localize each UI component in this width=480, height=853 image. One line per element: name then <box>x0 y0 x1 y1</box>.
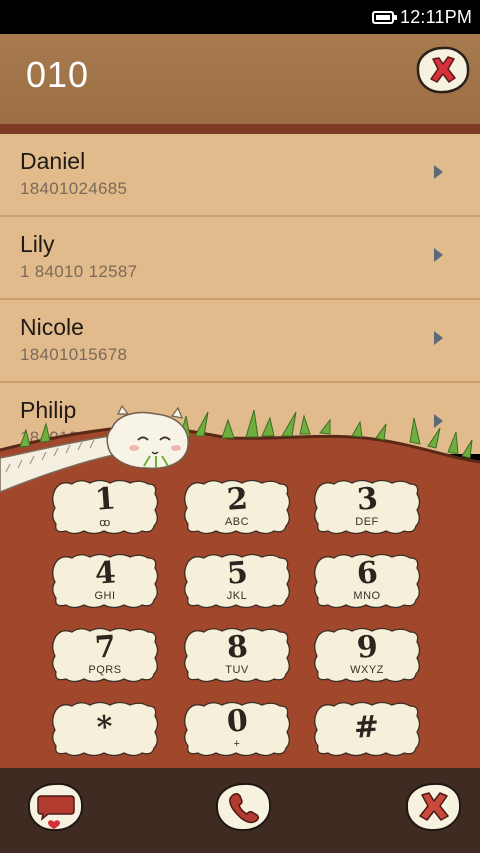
key-letters: GHI <box>94 590 116 602</box>
key-letters: TUV <box>225 664 249 676</box>
dialed-number[interactable]: 010 <box>26 54 89 96</box>
chevron-right-icon[interactable] <box>434 248 443 262</box>
contact-row[interactable]: Nicole 18401015678 <box>0 300 480 383</box>
key-digit: * <box>95 709 115 746</box>
key-5[interactable]: 5 JKL <box>182 552 292 610</box>
contact-name: Nicole <box>20 314 84 340</box>
key-digit: 8 <box>225 629 249 666</box>
close-button[interactable] <box>404 781 464 833</box>
key-1[interactable]: 1 ꝏ <box>50 478 160 536</box>
chevron-right-icon[interactable] <box>434 331 443 345</box>
key-letters: MNO <box>353 590 381 602</box>
contact-suggestion-list: Daniel 18401024685 Lily 1 84010 12587 Ni… <box>0 134 480 454</box>
key-3[interactable]: 3 DEF <box>312 478 422 536</box>
key-digit: 7 <box>93 629 117 666</box>
contact-row[interactable]: Daniel 18401024685 <box>0 134 480 217</box>
contact-phone: 1 84010 12587 <box>20 262 138 281</box>
status-time: 12:11PM <box>400 7 473 27</box>
key-letters: DEF <box>355 516 379 528</box>
contact-name: Lily <box>20 231 55 257</box>
message-button[interactable] <box>26 781 86 833</box>
phone-icon <box>215 782 272 832</box>
key-digit: 4 <box>93 555 117 592</box>
key-2[interactable]: 2 ABC <box>182 478 292 536</box>
chevron-right-icon[interactable] <box>434 165 443 179</box>
key-digit: 1 <box>93 480 117 518</box>
key-letters: ABC <box>224 516 250 528</box>
bottom-action-bar <box>0 768 480 853</box>
key-digit: # <box>353 709 381 746</box>
key-digit: 6 <box>355 555 379 592</box>
key-7[interactable]: 7 PQRS <box>50 626 160 684</box>
message-heart-icon <box>27 782 84 832</box>
close-x-icon <box>405 782 462 832</box>
dial-keypad: 1 ꝏ 2 ABC 3 DEF 4 GHI 5 JKL 6 MNO 7 PQRS… <box>0 440 480 768</box>
clear-button[interactable] <box>415 45 471 95</box>
voicemail-icon: ꝏ <box>99 516 111 529</box>
key-hash[interactable]: # <box>312 700 422 758</box>
key-digit: 0 <box>225 703 249 740</box>
key-digit: 5 <box>225 555 249 592</box>
key-6[interactable]: 6 MNO <box>312 552 422 610</box>
key-star[interactable]: * <box>50 700 160 758</box>
contact-name: Daniel <box>20 148 86 174</box>
contact-name: Philip <box>20 397 77 423</box>
battery-icon <box>372 11 397 24</box>
key-letters: PQRS <box>88 664 122 676</box>
chevron-right-icon[interactable] <box>434 414 443 428</box>
contact-phone: 18401015678 <box>20 345 128 364</box>
key-letters: WXYZ <box>350 664 384 676</box>
key-digit: 9 <box>355 629 379 666</box>
key-letters: + <box>233 738 241 750</box>
status-bar: 12:11PM <box>0 0 480 34</box>
key-letters: JKL <box>226 590 248 602</box>
contact-phone: 18401024685 <box>20 179 128 198</box>
key-9[interactable]: 9 WXYZ <box>312 626 422 684</box>
contact-row[interactable]: Lily 1 84010 12587 <box>0 217 480 300</box>
key-digit: 2 <box>225 481 249 518</box>
call-button[interactable] <box>214 781 274 833</box>
key-0[interactable]: 0 + <box>182 700 292 758</box>
key-8[interactable]: 8 TUV <box>182 626 292 684</box>
key-digit: 3 <box>355 481 379 518</box>
dialer-header: 010 <box>0 34 480 124</box>
clear-x-icon <box>416 46 470 94</box>
header-divider <box>0 124 480 134</box>
key-4[interactable]: 4 GHI <box>50 552 160 610</box>
